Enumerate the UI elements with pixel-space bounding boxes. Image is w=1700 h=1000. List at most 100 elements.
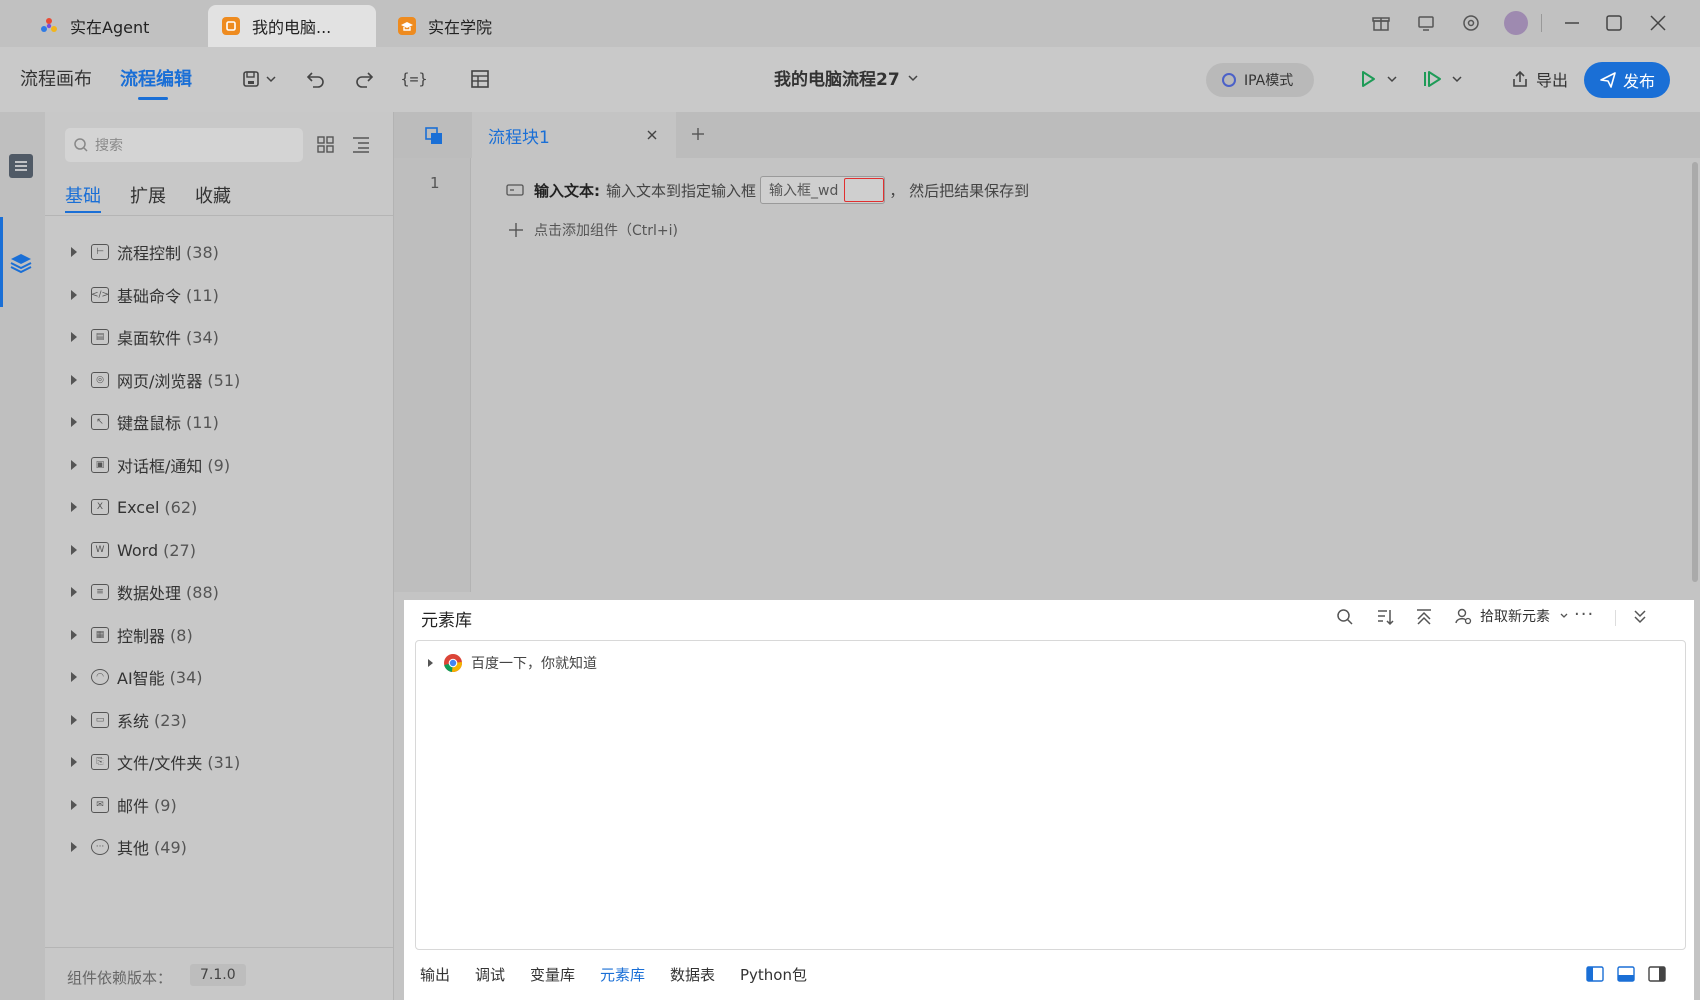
category-label: 网页/浏览器 (117, 372, 203, 391)
monitor-icon[interactable] (1413, 10, 1439, 36)
tab-debug[interactable]: 调试 (475, 964, 505, 985)
tab-output[interactable]: 输出 (420, 964, 450, 985)
add-component-hint[interactable]: 点击添加组件（Ctrl+i) (508, 220, 678, 240)
pick-new-element-button[interactable]: 拾取新元素 (1454, 606, 1570, 626)
tab-variables[interactable]: 变量库 (530, 964, 575, 985)
redo-icon[interactable] (352, 67, 376, 91)
file-icon: ⎘ (91, 754, 109, 770)
list-view-icon[interactable] (9, 154, 33, 178)
flow-step-row[interactable]: 输入文本: 输入文本到指定输入框 输入框_wd ， 然后把结果保存到 (506, 176, 1029, 204)
export-button[interactable]: 导出 (1510, 67, 1568, 91)
variable-braces-icon[interactable]: {=} (400, 67, 428, 91)
layout-left-icon[interactable] (1586, 966, 1604, 986)
step-element-field[interactable]: 输入框_wd (760, 176, 886, 204)
category-file-folder[interactable]: ⎘ 文件/文件夹 (31) (65, 747, 240, 777)
element-tree: 百度一下，你就知道 (415, 640, 1686, 950)
step-title: 输入文本: (534, 181, 600, 200)
rail-active-indicator (0, 217, 3, 307)
category-label: 系统 (117, 712, 150, 731)
search-input[interactable]: 搜索 (65, 128, 303, 162)
debug-run-icon[interactable] (1421, 67, 1445, 91)
collapse-all-icon[interactable] (352, 136, 370, 158)
publish-button[interactable]: 发布 (1584, 62, 1670, 98)
category-word[interactable]: W Word (27) (65, 535, 196, 565)
settings-icon[interactable] (1458, 10, 1484, 36)
tab-flow-edit[interactable]: 流程编辑 (120, 65, 192, 91)
components-layers-icon[interactable] (8, 250, 34, 276)
tab-academy[interactable]: 实在学院 (384, 5, 554, 47)
tab-favorites[interactable]: 收藏 (195, 182, 231, 208)
more-options-icon[interactable]: ··· (1574, 604, 1594, 625)
category-mail[interactable]: ✉ 邮件 (9) (65, 790, 177, 820)
search-icon[interactable] (1336, 608, 1354, 630)
category-desktop-software[interactable]: ▤ 桌面软件 (34) (65, 322, 219, 352)
editor-tab-bar: 流程块1 (394, 112, 1700, 158)
plus-icon (509, 223, 523, 237)
category-label: 文件/文件夹 (117, 754, 203, 773)
search-icon (74, 138, 88, 152)
tab-extension[interactable]: 扩展 (130, 182, 166, 208)
ipa-mode-toggle[interactable]: IPA模式 (1206, 63, 1314, 97)
minimize-icon[interactable] (1559, 10, 1585, 36)
run-play-icon[interactable] (1356, 67, 1380, 91)
category-count: (34) (186, 327, 219, 347)
category-ai[interactable]: ◠ AI智能 (34) (65, 662, 203, 692)
category-label: 其他 (117, 839, 150, 858)
layout-right-icon[interactable] (1648, 966, 1666, 986)
tab-python-package[interactable]: Python包 (740, 964, 807, 985)
category-excel[interactable]: X Excel (62) (65, 492, 197, 522)
word-icon: W (91, 542, 109, 558)
maximize-icon[interactable] (1601, 10, 1627, 36)
add-tab-icon[interactable] (690, 126, 706, 146)
category-count: (88) (186, 582, 219, 602)
collapse-panel-icon[interactable] (1632, 608, 1648, 628)
category-flow-control[interactable]: ⊢ 流程控制 (38) (65, 237, 219, 267)
category-system[interactable]: ▭ 系统 (23) (65, 705, 187, 735)
chevron-down-icon[interactable] (1385, 67, 1399, 91)
send-icon (1600, 72, 1616, 88)
tab-element-library[interactable]: 元素库 (600, 964, 645, 985)
chevron-down-icon[interactable] (264, 67, 278, 91)
close-icon[interactable] (1645, 10, 1671, 36)
publish-label: 发布 (1622, 72, 1655, 91)
category-label: 邮件 (117, 797, 150, 816)
chevron-down-icon[interactable] (1450, 67, 1464, 91)
basic-tab-underline (65, 211, 101, 213)
category-basic-commands[interactable]: </> 基础命令 (11) (65, 280, 219, 310)
gift-icon[interactable] (1368, 10, 1394, 36)
category-keyboard-mouse[interactable]: ↖ 键盘鼠标 (11) (65, 407, 219, 437)
tab-flow-canvas[interactable]: 流程画布 (20, 65, 92, 91)
layout-bottom-icon[interactable] (1617, 966, 1635, 986)
save-icon[interactable] (239, 67, 263, 91)
editor-scrollbar[interactable] (1692, 162, 1698, 582)
flow-title[interactable]: 我的电脑流程27 (774, 65, 920, 90)
collapse-up-icon[interactable] (1415, 608, 1433, 630)
category-controller[interactable]: ▦ 控制器 (8) (65, 620, 193, 650)
undo-icon[interactable] (304, 67, 328, 91)
block-overview-icon[interactable] (424, 126, 444, 150)
avatar[interactable] (1503, 10, 1529, 36)
browser-icon: ◎ (91, 372, 109, 388)
grid-view-icon[interactable] (317, 136, 335, 158)
category-dialog-notify[interactable]: ▣ 对话框/通知 (9) (65, 450, 230, 480)
export-icon (1513, 70, 1527, 87)
category-label: 键盘鼠标 (117, 414, 182, 433)
tab-my-computer[interactable]: 我的电脑... (208, 5, 376, 47)
close-icon[interactable] (646, 129, 658, 141)
mouse-icon: ↖ (91, 414, 109, 430)
editor-tab-flow-block[interactable]: 流程块1 (472, 112, 676, 158)
table-icon[interactable] (468, 67, 492, 91)
tab-data-table[interactable]: 数据表 (670, 964, 715, 985)
element-tree-item[interactable]: 百度一下，你就知道 (428, 653, 597, 673)
category-label: 桌面软件 (117, 329, 182, 348)
tab-basic[interactable]: 基础 (65, 182, 101, 208)
flow-editor: 流程块1 1 输入文本: 输入文本到指定输入框 输入框_wd ， 然后把结果保存… (394, 112, 1700, 592)
tab-agent[interactable]: 实在Agent (26, 5, 206, 47)
category-web-browser[interactable]: ◎ 网页/浏览器 (51) (65, 365, 240, 395)
category-data-processing[interactable]: ≡ 数据处理 (88) (65, 577, 219, 607)
sort-icon[interactable] (1376, 608, 1394, 630)
category-other[interactable]: ··· 其他 (49) (65, 832, 187, 862)
version-label: 组件依赖版本： (67, 969, 173, 987)
category-label: 对话框/通知 (117, 457, 203, 476)
category-count: (11) (186, 412, 219, 432)
